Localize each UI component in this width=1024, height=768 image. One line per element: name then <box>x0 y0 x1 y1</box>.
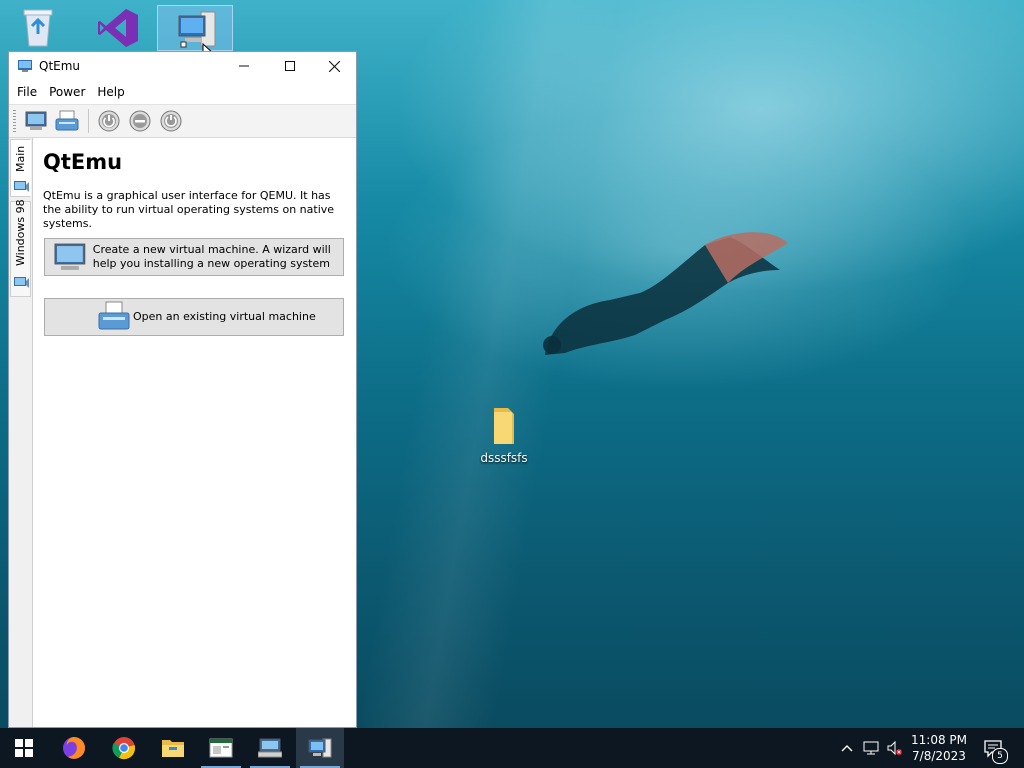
reset-icon <box>160 110 182 132</box>
qtemu-desktop-shortcut[interactable] <box>157 5 233 51</box>
side-tab-bar: Main Windows 98 <box>9 138 32 727</box>
folder-label: dsssfsfs <box>480 451 528 465</box>
tab-windows-98[interactable]: Windows 98 <box>10 199 31 297</box>
toolbar-new-machine-button[interactable] <box>22 107 50 135</box>
taskbar-app-window[interactable] <box>197 728 245 768</box>
wallpaper-diver <box>543 232 788 355</box>
main-tab-page: QtEmu QtEmu is a graphical user interfac… <box>32 138 356 727</box>
toolbar-power-button[interactable] <box>95 107 123 135</box>
menu-file[interactable]: File <box>11 80 43 104</box>
network-app-icon <box>258 738 282 758</box>
visual-studio-icon <box>98 9 138 47</box>
chrome-icon <box>112 737 135 760</box>
page-title: QtEmu <box>43 150 123 174</box>
main-tab-icon <box>14 181 29 192</box>
action-center-button[interactable]: 5 <box>980 736 1010 764</box>
open-machine-icon <box>98 301 130 330</box>
clock-date: 7/8/2023 <box>912 749 966 763</box>
tab-main[interactable]: Main <box>10 139 31 197</box>
menu-bar: File Power Help <box>9 80 356 104</box>
network-icon[interactable] <box>863 740 879 756</box>
taskbar-chrome[interactable] <box>100 728 148 768</box>
toolbar-open-machine-button[interactable] <box>53 107 81 135</box>
folder-icon <box>494 408 514 444</box>
folder-desktop-icon[interactable]: dsssfsfs <box>466 406 542 465</box>
minimize-button[interactable] <box>221 52 267 80</box>
taskbar-network-app[interactable] <box>246 728 294 768</box>
file-explorer-icon <box>162 740 184 757</box>
visual-studio-desktop-icon[interactable] <box>80 6 156 53</box>
menu-help[interactable]: Help <box>91 80 130 104</box>
taskbar-qtemu[interactable] <box>296 728 344 768</box>
open-vm-label: Open an existing virtual machine <box>133 310 316 323</box>
tab-windows-98-label: Windows 98 <box>14 199 27 266</box>
close-button[interactable] <box>311 52 357 80</box>
window-title: QtEmu <box>39 59 81 73</box>
minimize-icon <box>239 65 249 67</box>
taskbar-clock[interactable]: 11:08 PM 7/8/2023 <box>908 732 970 764</box>
new-machine-icon <box>25 111 47 130</box>
pause-icon <box>129 110 151 132</box>
toolbar-separator <box>88 109 89 133</box>
menu-power[interactable]: Power <box>43 80 91 104</box>
vm-tab-icon <box>14 277 29 288</box>
clock-time: 11:08 PM <box>911 733 967 747</box>
toolbar-pause-button[interactable] <box>126 107 154 135</box>
taskbar: 11:08 PM 7/8/2023 5 <box>0 728 1024 768</box>
qtemu-taskbar-icon <box>308 738 332 758</box>
open-vm-button[interactable]: Open an existing virtual machine <box>44 298 344 336</box>
show-hidden-icons-icon[interactable] <box>839 740 855 756</box>
maximize-icon <box>285 61 295 71</box>
title-bar[interactable]: QtEmu <box>9 52 356 80</box>
window-client-area: Main Windows 98 QtEmu QtEmu is a graphic… <box>9 138 356 727</box>
page-description: QtEmu is a graphical user interface for … <box>43 189 335 230</box>
taskbar-file-explorer[interactable] <box>149 728 197 768</box>
qtemu-window: QtEmu File Power Help Main Windows 98 Qt… <box>8 51 357 728</box>
recycle-bin-icon <box>23 9 53 47</box>
power-icon <box>98 110 120 132</box>
toolbar-grip[interactable] <box>13 110 16 132</box>
tab-main-label: Main <box>14 145 27 172</box>
toolbar-reset-button[interactable] <box>157 107 185 135</box>
start-button[interactable] <box>0 728 48 768</box>
create-vm-label: Create a new virtual machine. A wizard w… <box>92 243 331 270</box>
notification-badge: 5 <box>992 748 1008 764</box>
create-vm-button[interactable]: Create a new virtual machine. A wizard w… <box>44 238 344 276</box>
windows-start-icon <box>15 739 33 757</box>
volume-muted-icon[interactable] <box>886 740 902 756</box>
new-machine-icon <box>54 243 86 270</box>
taskbar-firefox[interactable] <box>50 728 98 768</box>
maximize-button[interactable] <box>267 52 313 80</box>
toolbar <box>9 104 356 138</box>
qtemu-app-icon <box>18 60 32 72</box>
recycle-bin-desktop-icon[interactable] <box>0 6 76 51</box>
open-machine-icon <box>55 110 79 131</box>
close-icon <box>328 60 340 72</box>
firefox-icon <box>63 737 85 759</box>
app-window-icon <box>209 738 233 758</box>
